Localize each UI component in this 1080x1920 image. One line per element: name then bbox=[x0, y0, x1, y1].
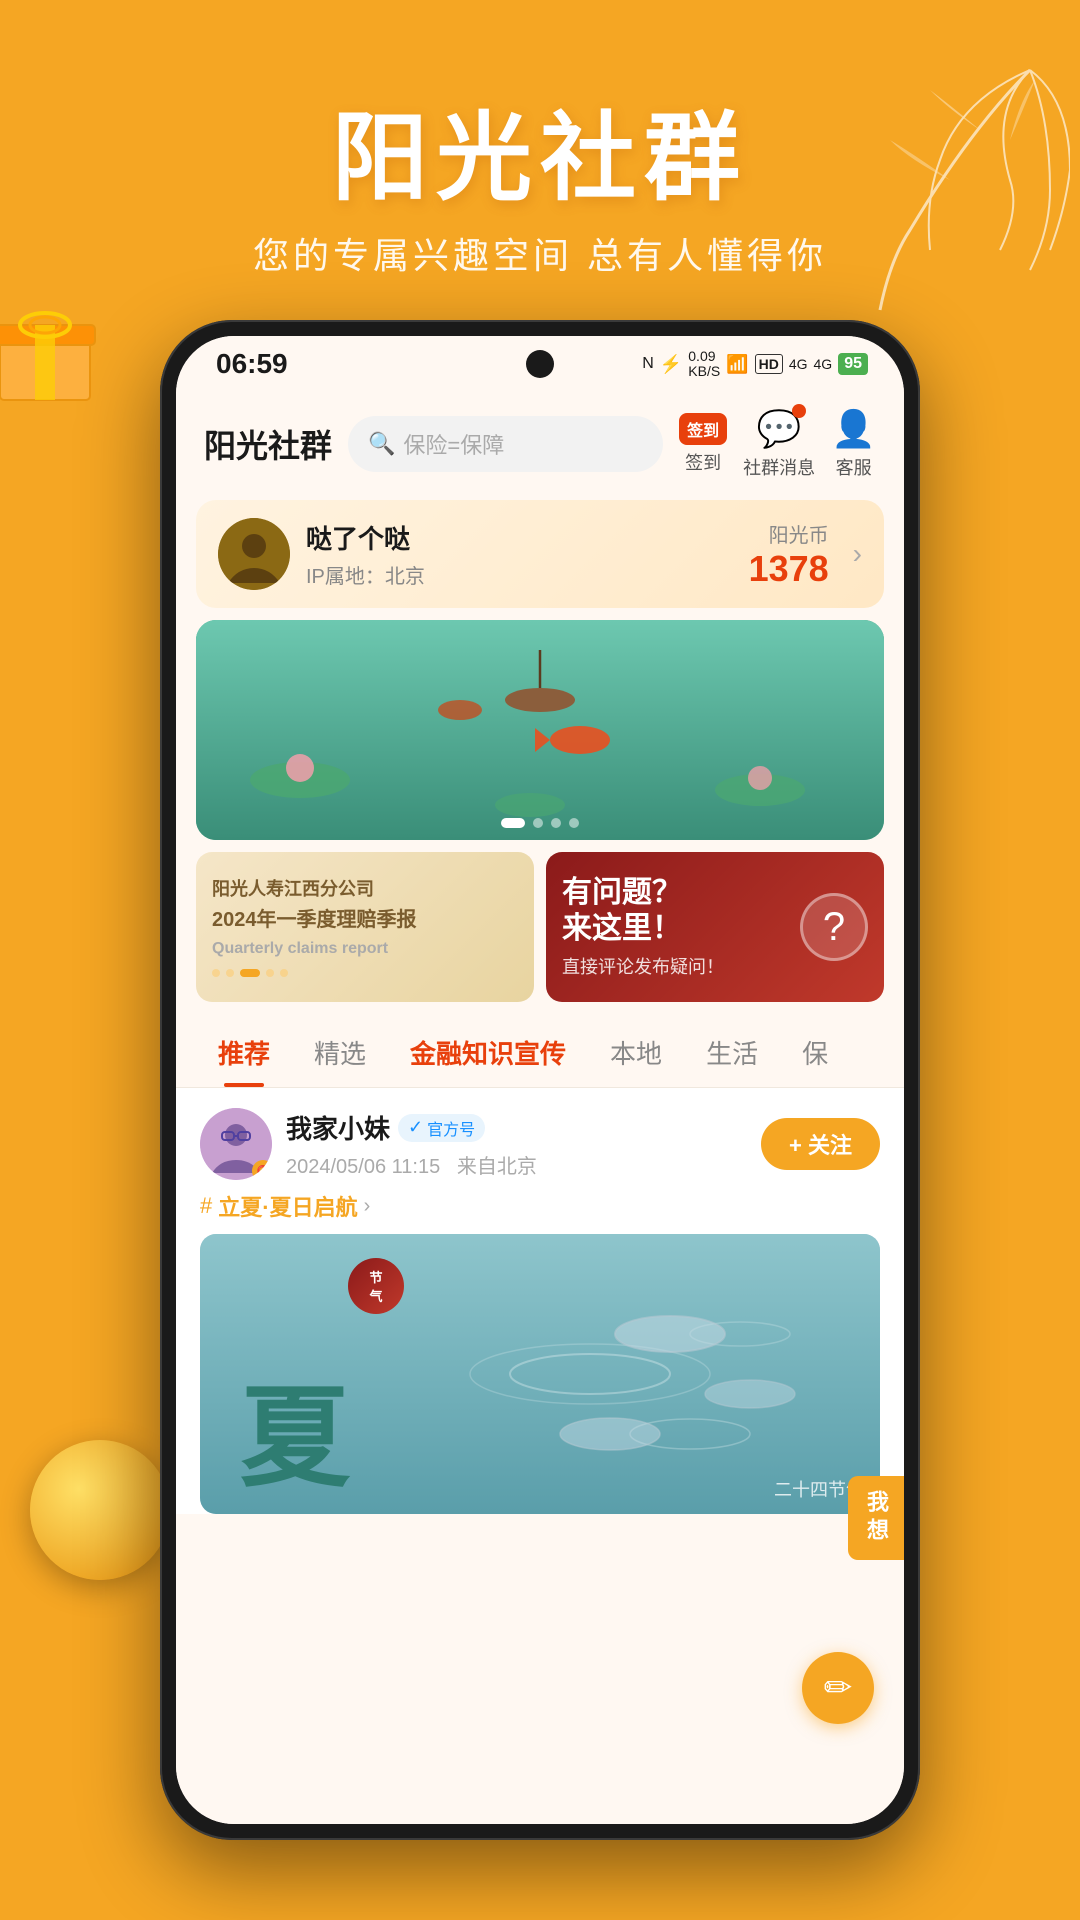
status-bar: 06:59 N ⚡ 0.09KB/S 📶 HD 4G 4G 95 bbox=[176, 336, 904, 392]
edit-fab-button[interactable]: ✏ bbox=[802, 1652, 874, 1724]
notification-dot bbox=[792, 404, 806, 418]
official-badge: ✓ 官方号 bbox=[398, 1114, 485, 1142]
question-banner[interactable]: 有问题？ 来这里！ 直接评论发布疑问！ ? bbox=[546, 852, 884, 1002]
main-banner[interactable]: 雨生百谷 春暖花开 bbox=[196, 620, 884, 840]
sign-icon-box: 签到 bbox=[679, 413, 727, 445]
jieqi-badge: 节 气 bbox=[348, 1258, 404, 1314]
question-sub: 直接评论发布疑问！ bbox=[562, 953, 724, 979]
post-author-avatar: ⭕ bbox=[200, 1108, 272, 1180]
gift-decoration bbox=[0, 280, 110, 410]
app-logo: 阳光社群 bbox=[204, 421, 332, 467]
post-avatar-badge: ⭕ bbox=[252, 1160, 272, 1180]
post-time-location: 2024/05/06 11:15 来自北京 bbox=[286, 1150, 747, 1179]
tabs-section: 推荐 精选 金融知识宣传 本地 生活 保 bbox=[176, 1018, 904, 1088]
user-coins: 阳光币 1378 bbox=[749, 519, 829, 590]
banner-content: 雨生百谷 春暖花开 bbox=[196, 620, 884, 840]
user-avatar bbox=[218, 518, 290, 590]
dot-2 bbox=[533, 818, 543, 828]
tab-life[interactable]: 生活 bbox=[684, 1018, 780, 1087]
banner-dots bbox=[501, 818, 579, 828]
post-meta: 我家小妹 ✓ 官方号 2024/05/06 11:15 来自北京 bbox=[286, 1109, 747, 1179]
user-name: 哒了个哒 bbox=[306, 519, 733, 556]
dot-1 bbox=[501, 818, 525, 828]
post-card: ⭕ 我家小妹 ✓ 官方号 2024/05/06 11:15 bbox=[176, 1088, 904, 1514]
claims-banner[interactable]: 阳光人寿江西分公司 2024年一季度理赔季报 Quarterly claims … bbox=[196, 852, 534, 1002]
user-info: 哒了个哒 IP属地：北京 bbox=[306, 519, 733, 589]
claims-title-2: 2024年一季度理赔季报 bbox=[212, 906, 518, 934]
app-header: 阳光社群 🔍 保险=保障 签到 签到 💬 社群消息 bbox=[176, 392, 904, 492]
signal-4g-1: 4G bbox=[789, 356, 808, 372]
search-bar[interactable]: 🔍 保险=保障 bbox=[348, 416, 663, 472]
camera-cutout bbox=[526, 350, 554, 378]
claims-title-3: Quarterly claims report bbox=[212, 938, 518, 960]
tab-featured[interactable]: 精选 bbox=[292, 1018, 388, 1087]
post-image[interactable]: 立 夏 节 气 二十四节气 bbox=[200, 1234, 880, 1514]
tab-more[interactable]: 保 bbox=[780, 1018, 850, 1087]
follow-button[interactable]: + 关注 bbox=[761, 1118, 880, 1170]
hd-badge: HD bbox=[755, 354, 783, 374]
status-icons: N ⚡ 0.09KB/S 📶 HD 4G 4G 95 bbox=[642, 349, 868, 380]
coins-label: 阳光币 bbox=[749, 519, 829, 548]
claims-title-1: 阳光人寿江西分公司 bbox=[212, 877, 518, 902]
community-icon: 💬 bbox=[757, 408, 802, 450]
status-time: 06:59 bbox=[216, 348, 288, 380]
service-label: 客服 bbox=[836, 454, 872, 480]
customer-service-action[interactable]: 👤 客服 bbox=[831, 408, 876, 480]
post-author-row: 我家小妹 ✓ 官方号 bbox=[286, 1109, 747, 1146]
phone-frame: 06:59 N ⚡ 0.09KB/S 📶 HD 4G 4G 95 阳光社群 🔍 … bbox=[160, 320, 920, 1840]
gold-ball-decoration bbox=[30, 1440, 170, 1580]
app-title-sub: 您的专属兴趣空间 总有人懂得你 bbox=[0, 227, 1080, 279]
secondary-banners: 阳光人寿江西分公司 2024年一季度理赔季报 Quarterly claims … bbox=[196, 852, 884, 1002]
app-content: 阳光社群 🔍 保险=保障 签到 签到 💬 社群消息 bbox=[176, 392, 904, 1824]
sign-in-action[interactable]: 签到 签到 bbox=[679, 413, 727, 475]
tab-finance[interactable]: 金融知识宣传 bbox=[388, 1018, 588, 1087]
user-card[interactable]: 哒了个哒 IP属地：北京 阳光币 1378 › bbox=[196, 500, 884, 608]
search-placeholder-text: 保险=保障 bbox=[403, 428, 504, 460]
community-label: 社群消息 bbox=[743, 454, 815, 480]
search-icon: 🔍 bbox=[368, 431, 395, 457]
post-tag[interactable]: # 立夏·夏日启航 › bbox=[200, 1190, 880, 1222]
edit-icon: ✏ bbox=[824, 1668, 853, 1708]
want-button[interactable]: 我想 bbox=[848, 1476, 904, 1560]
post-tag-text: 立夏·夏日启航 bbox=[218, 1190, 357, 1222]
left-dots bbox=[212, 969, 518, 977]
dot-4 bbox=[569, 818, 579, 828]
phone-screen: 06:59 N ⚡ 0.09KB/S 📶 HD 4G 4G 95 阳光社群 🔍 … bbox=[176, 336, 904, 1824]
ldot-5 bbox=[280, 969, 288, 977]
question-mark-icon: ? bbox=[800, 893, 868, 961]
wifi-icon: 📶 bbox=[726, 354, 748, 375]
bluetooth-icon: ⚡ bbox=[660, 354, 682, 375]
question-title-1: 有问题？ bbox=[562, 875, 682, 911]
service-icon: 👤 bbox=[831, 408, 876, 450]
want-label: 我想 bbox=[864, 1490, 889, 1546]
post-image-char-xia: 夏 bbox=[240, 1384, 350, 1494]
community-message-action[interactable]: 💬 社群消息 bbox=[743, 408, 815, 480]
ldot-3 bbox=[240, 969, 260, 977]
signal-icon: N bbox=[642, 355, 654, 373]
ldot-1 bbox=[212, 969, 220, 977]
signal-4g-2: 4G bbox=[814, 356, 833, 372]
network-speed: 0.09KB/S bbox=[688, 349, 720, 380]
tab-local[interactable]: 本地 bbox=[588, 1018, 684, 1087]
post-header: ⭕ 我家小妹 ✓ 官方号 2024/05/06 11:15 bbox=[200, 1108, 880, 1180]
tab-recommend[interactable]: 推荐 bbox=[196, 1018, 292, 1087]
user-ip: IP属地：北京 bbox=[306, 560, 733, 589]
ldot-4 bbox=[266, 969, 274, 977]
coins-value: 1378 bbox=[749, 548, 829, 590]
tag-arrow-icon: › bbox=[364, 1195, 371, 1218]
post-author-name: 我家小妹 bbox=[286, 1109, 390, 1146]
ldot-2 bbox=[226, 969, 234, 977]
sign-label: 签到 bbox=[685, 449, 721, 475]
dot-3 bbox=[551, 818, 561, 828]
user-card-arrow: › bbox=[853, 538, 862, 570]
question-title-2: 来这里！ bbox=[562, 911, 682, 947]
hashtag-icon: # bbox=[200, 1193, 212, 1219]
app-title-main: 阳光社群 bbox=[0, 80, 1080, 219]
app-title-section: 阳光社群 您的专属兴趣空间 总有人懂得你 bbox=[0, 80, 1080, 279]
